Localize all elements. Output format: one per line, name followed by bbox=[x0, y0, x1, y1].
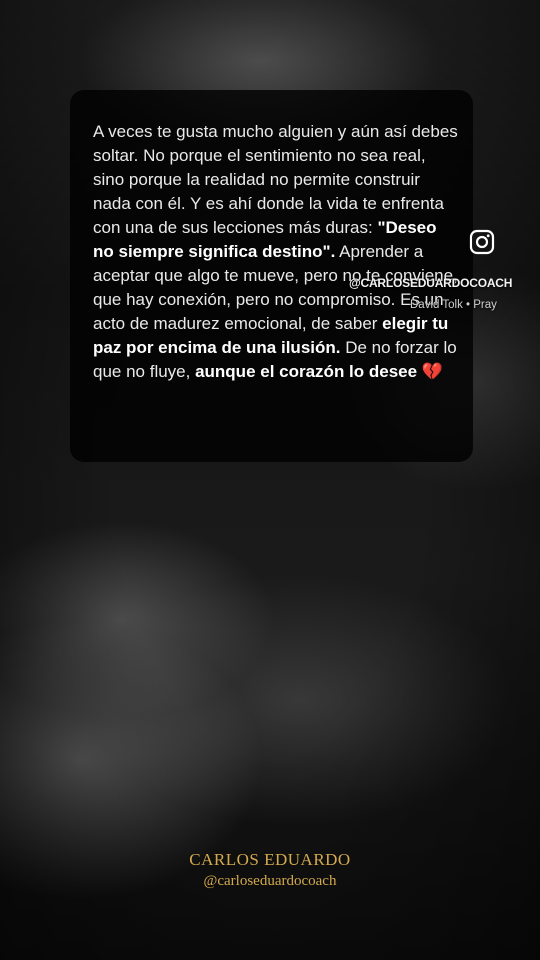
signature-name: CARLOS EDUARDO bbox=[189, 850, 351, 869]
instagram-handle[interactable]: @CARLOSEDUARDOCOACH bbox=[349, 276, 512, 290]
quote-highlight: aunque el corazón lo desee bbox=[195, 362, 418, 381]
quote-paragraph: A veces te gusta mucho alguien y aún así… bbox=[93, 120, 458, 384]
signature-handle: @carloseduardocoach bbox=[203, 873, 337, 889]
music-credit[interactable]: David Tolk • Pray bbox=[410, 299, 520, 311]
broken-heart-emoji: 💔 bbox=[417, 362, 443, 381]
instagram-icon[interactable] bbox=[469, 229, 495, 255]
